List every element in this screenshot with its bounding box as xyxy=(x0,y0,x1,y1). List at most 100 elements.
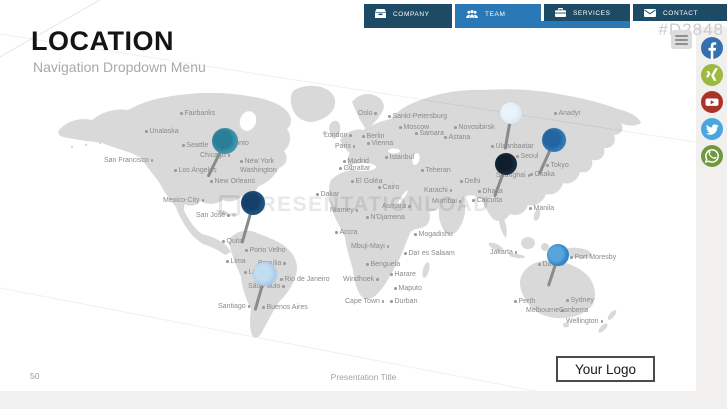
city-dot xyxy=(335,231,338,234)
city-dot xyxy=(408,205,411,208)
city-dot xyxy=(394,287,397,290)
city-label: Ulaanbaatar xyxy=(491,143,534,150)
city-dot xyxy=(378,186,381,189)
city-label: Novosibirsk xyxy=(454,124,495,131)
city-dot xyxy=(386,245,390,248)
city-label: Paris xyxy=(335,143,356,150)
city-label: Asmara xyxy=(382,203,411,210)
city-label: Delhi xyxy=(460,178,480,185)
city-dot xyxy=(376,278,379,281)
city-dot xyxy=(222,240,225,243)
city-label: Cape Town xyxy=(345,298,385,305)
city-label: Teheran xyxy=(421,167,451,174)
city-label: Oslo xyxy=(358,110,377,117)
map-pin xyxy=(542,128,566,152)
city-label: Istanbul xyxy=(385,154,414,161)
city-dot xyxy=(374,112,377,115)
city-dot xyxy=(529,207,532,210)
city-label: Jakarta xyxy=(490,249,518,256)
city-label: Seoul xyxy=(516,153,538,160)
page-title: LOCATION xyxy=(31,26,174,56)
city-dot xyxy=(415,132,418,135)
city-label: Dakar xyxy=(316,191,339,198)
city-dot xyxy=(478,190,481,193)
briefcase-icon xyxy=(555,8,566,17)
city-dot xyxy=(546,164,549,167)
city-dot xyxy=(280,278,283,281)
tab-contact[interactable]: CONTACT xyxy=(633,4,727,21)
map-pin xyxy=(253,262,277,286)
city-label: Rio de Janeiro xyxy=(280,276,330,283)
city-label: Osaka xyxy=(530,171,555,178)
city-label: Harare xyxy=(390,271,416,278)
city-dot xyxy=(399,126,402,129)
tab-label: COMPANY xyxy=(393,10,430,18)
xing-icon[interactable] xyxy=(701,64,723,86)
city-label: Astana xyxy=(444,134,470,141)
city-label: London xyxy=(324,132,352,139)
bottom-rail xyxy=(0,391,727,409)
city-dot xyxy=(527,174,531,177)
city-label: Tokyo xyxy=(546,162,569,169)
city-label: Fairbanks xyxy=(180,110,215,117)
tab-team[interactable]: TEAM xyxy=(455,4,541,28)
city-label: Mogadishu xyxy=(414,231,453,238)
city-dot xyxy=(366,263,369,266)
city-label: Porto Velho xyxy=(245,247,286,254)
city-label: San Francisco xyxy=(104,157,154,164)
city-dot xyxy=(244,271,247,274)
hamburger-icon[interactable] xyxy=(671,30,692,49)
city-label: Manila xyxy=(529,205,554,212)
city-label: Karachi xyxy=(424,187,453,194)
city-dot xyxy=(460,180,463,183)
city-dot xyxy=(227,214,230,217)
tab-services[interactable]: SERVICES xyxy=(544,4,630,21)
city-dot xyxy=(210,180,213,183)
city-dot xyxy=(414,233,417,236)
city-dot xyxy=(600,320,604,323)
city-dot xyxy=(449,189,453,192)
city-dot xyxy=(538,263,541,266)
city-dot xyxy=(227,154,231,157)
logo-label: Your Logo xyxy=(574,361,637,377)
city-label: Melbourne xyxy=(526,307,564,314)
city-label: Port Moresby xyxy=(570,254,616,261)
map-pin xyxy=(212,128,238,154)
city-dot xyxy=(491,145,494,148)
presentation-title: Presentation Title xyxy=(330,372,397,382)
tab-label: CONTACT xyxy=(663,9,699,17)
logo-placeholder: Your Logo xyxy=(556,356,655,382)
map-pin xyxy=(500,102,522,124)
twitter-icon[interactable] xyxy=(701,118,723,140)
page-number: 50 xyxy=(30,371,40,381)
city-dot xyxy=(516,155,519,158)
city-dot xyxy=(385,156,388,159)
city-label: Calcutta xyxy=(472,197,502,204)
city-label: Cairo xyxy=(378,184,399,191)
city-dot xyxy=(554,112,557,115)
city-label: Lima xyxy=(226,258,246,265)
city-label: Dhaka xyxy=(478,188,503,195)
whatsapp-icon[interactable] xyxy=(701,145,723,167)
city-label: Benguela xyxy=(366,261,400,268)
city-label: Buenos Aires xyxy=(262,304,308,311)
city-dot xyxy=(404,252,407,255)
city-dot xyxy=(514,251,518,254)
city-dot xyxy=(362,135,365,138)
city-dot xyxy=(570,256,573,259)
youtube-icon[interactable] xyxy=(701,91,723,113)
city-dot xyxy=(367,142,370,145)
facebook-icon[interactable] xyxy=(701,37,723,59)
city-dot xyxy=(343,160,346,163)
city-dot xyxy=(150,159,154,162)
tab-label: TEAM xyxy=(485,10,506,18)
city-dot xyxy=(454,126,457,129)
map-pin xyxy=(495,153,517,175)
city-dot xyxy=(180,112,183,115)
nav-dropdown-strip xyxy=(541,21,630,28)
city-dot xyxy=(145,130,148,133)
page-subtitle: Navigation Dropdown Menu xyxy=(33,59,206,75)
city-dot xyxy=(352,145,356,148)
tab-company[interactable]: COMPANY xyxy=(364,4,452,28)
city-label: Samara xyxy=(415,130,444,137)
